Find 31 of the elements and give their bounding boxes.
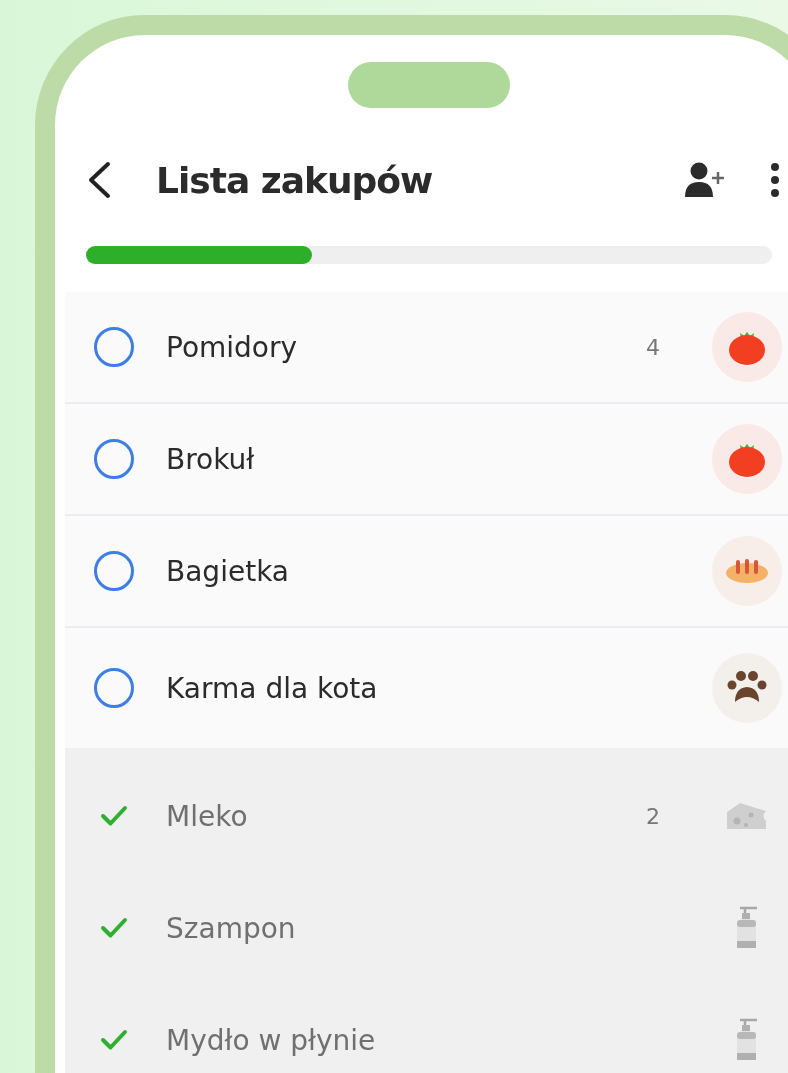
- list-item[interactable]: Bagietka: [65, 516, 788, 628]
- bread-icon: [725, 558, 769, 584]
- add-person-icon[interactable]: [685, 162, 725, 198]
- item-name: Mydło w płynie: [166, 1023, 376, 1057]
- pump-bottle-icon: [735, 906, 759, 950]
- list-item[interactable]: Mydło w płynie: [65, 984, 788, 1073]
- unchecked-circle-icon[interactable]: [93, 667, 135, 709]
- pump-bottle-icon: [735, 1018, 759, 1062]
- back-icon[interactable]: [86, 161, 112, 199]
- item-name: Mleko: [166, 799, 248, 833]
- item-name: Karma dla kota: [166, 671, 378, 705]
- unchecked-circle-icon[interactable]: [93, 326, 135, 368]
- item-name: Pomidory: [166, 330, 298, 364]
- more-options-icon[interactable]: [770, 162, 780, 198]
- checkmark-icon[interactable]: [100, 917, 128, 939]
- item-quantity: 4: [646, 334, 660, 360]
- item-quantity: 2: [646, 803, 660, 829]
- list-item[interactable]: Szampon: [65, 872, 788, 984]
- cheese-icon: [726, 802, 768, 830]
- item-name: Brokuł: [166, 442, 255, 476]
- item-name: Szampon: [166, 911, 296, 945]
- screen-title: Lista zakupów: [156, 159, 433, 201]
- list-item[interactable]: Pomidory 4: [65, 292, 788, 404]
- list-item[interactable]: Mleko 2: [65, 760, 788, 872]
- unchecked-circle-icon[interactable]: [93, 438, 135, 480]
- checkmark-icon[interactable]: [100, 805, 128, 827]
- list-item[interactable]: Karma dla kota: [65, 628, 788, 748]
- list-item[interactable]: Brokuł: [65, 404, 788, 516]
- item-name: Bagietka: [166, 554, 289, 588]
- unchecked-circle-icon[interactable]: [93, 550, 135, 592]
- checkmark-icon[interactable]: [100, 1029, 128, 1051]
